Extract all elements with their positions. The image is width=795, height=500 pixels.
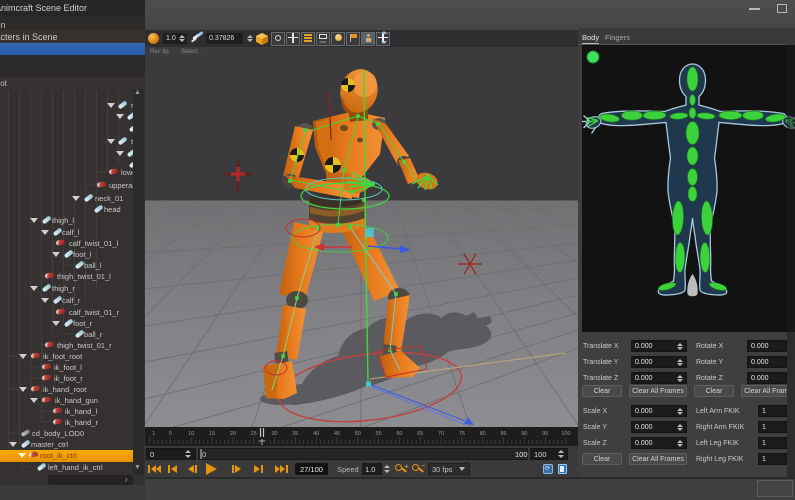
svg-text:70: 70 (438, 431, 444, 437)
svg-text:60: 60 (396, 431, 402, 437)
svg-text:10: 10 (188, 431, 194, 437)
svg-text:25: 25 (251, 431, 257, 437)
svg-text:15: 15 (209, 431, 215, 437)
svg-text:35: 35 (292, 431, 298, 437)
svg-text:45: 45 (334, 431, 340, 437)
svg-text:30: 30 (271, 431, 277, 437)
svg-text:65: 65 (417, 431, 423, 437)
svg-text:1: 1 (152, 431, 155, 437)
svg-text:50: 50 (355, 431, 361, 437)
svg-text:85: 85 (500, 431, 506, 437)
svg-text:100: 100 (561, 431, 570, 437)
svg-text:55: 55 (376, 431, 382, 437)
svg-text:75: 75 (459, 431, 465, 437)
svg-text:90: 90 (521, 431, 527, 437)
svg-text:95: 95 (542, 431, 548, 437)
svg-text:80: 80 (480, 431, 486, 437)
svg-text:5: 5 (169, 431, 172, 437)
svg-text:20: 20 (230, 431, 236, 437)
svg-text:40: 40 (313, 431, 319, 437)
